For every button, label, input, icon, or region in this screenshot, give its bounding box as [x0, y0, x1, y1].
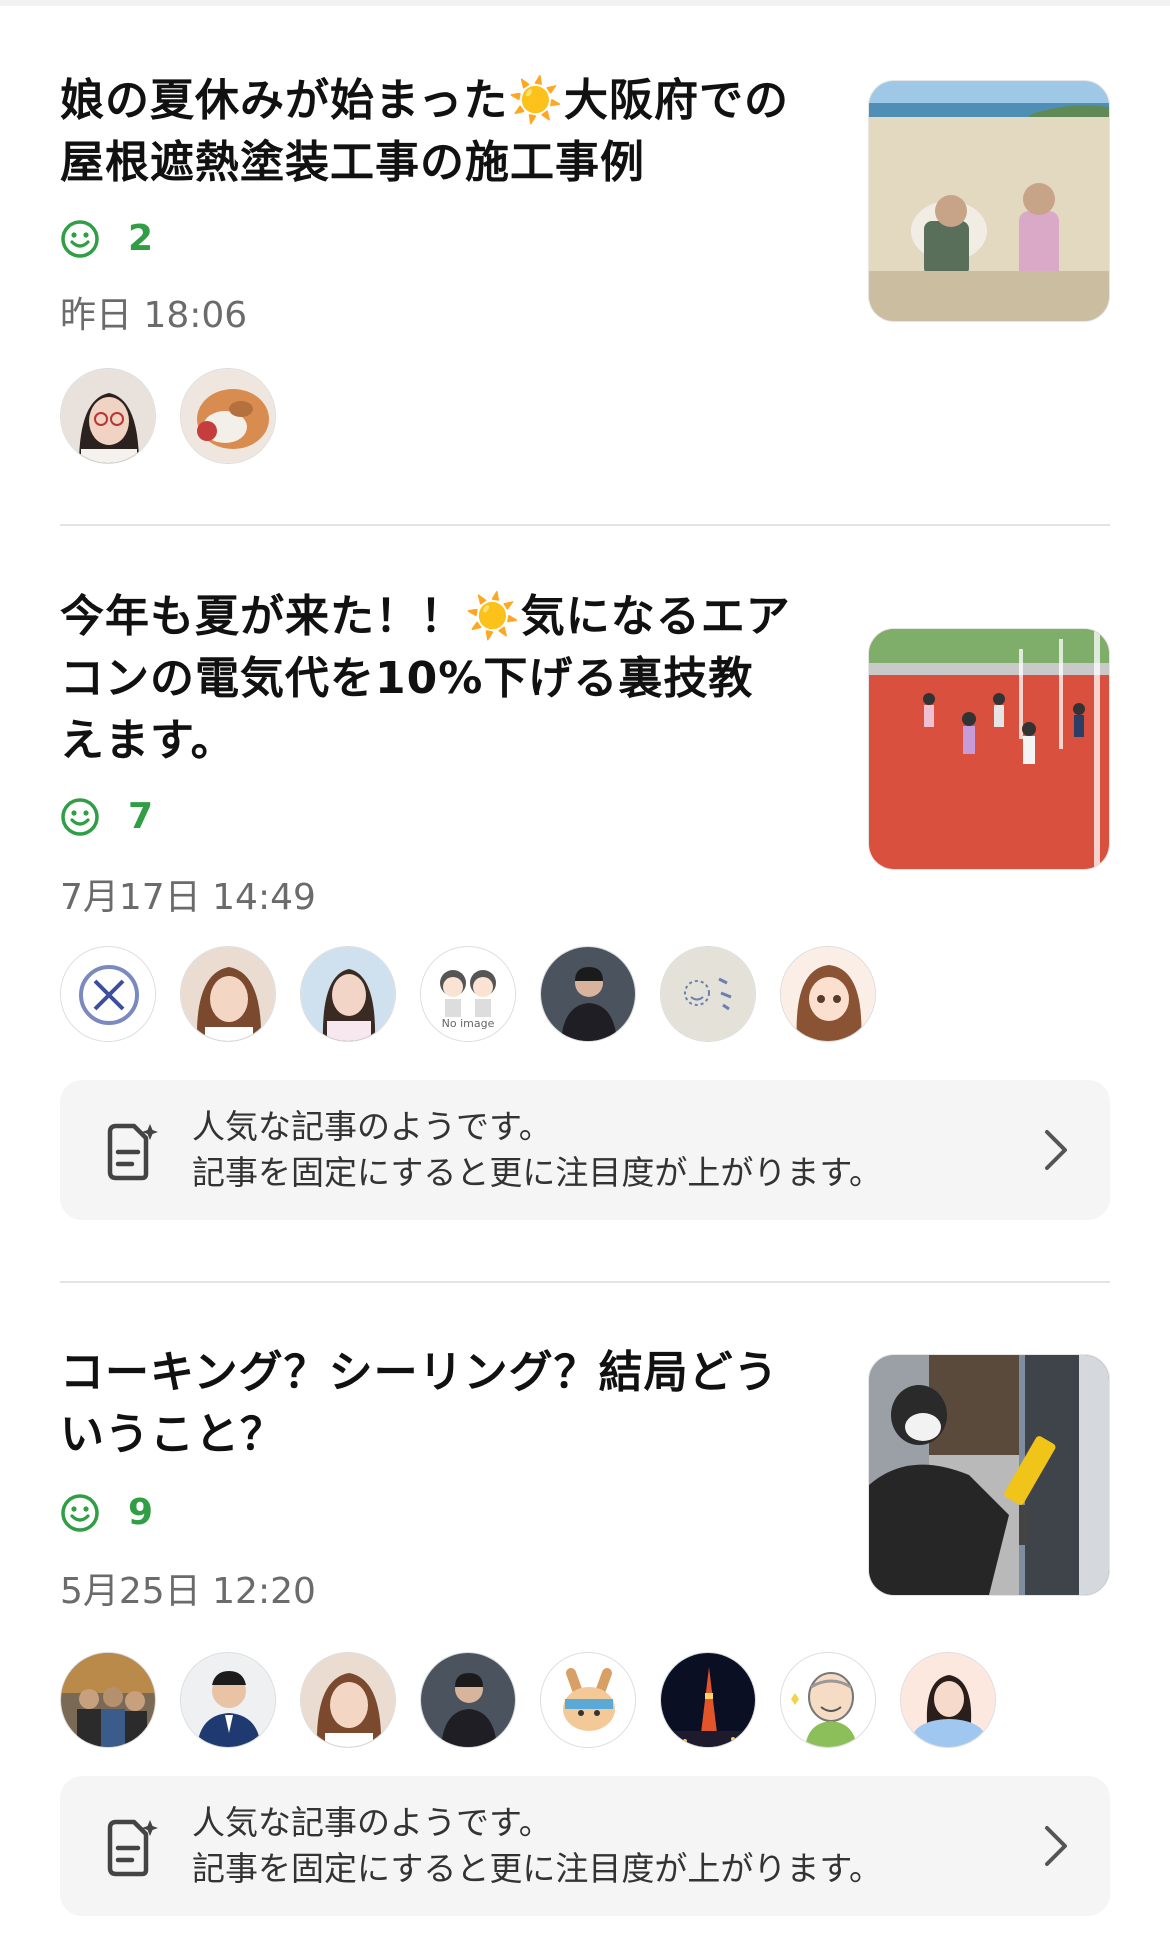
- article-title[interactable]: 今年も夏が来た！！☀️気になるエア コンの電気代を10%下げる裏技教 えます。: [60, 586, 850, 772]
- article-card[interactable]: 娘の夏休みが始まった☀️大阪府での 屋根遮熱塗装工事の施工事例 2 昨日 18:…: [60, 70, 1110, 470]
- avatar[interactable]: [660, 1652, 756, 1748]
- avatar[interactable]: [900, 1652, 996, 1748]
- avatar[interactable]: [180, 1652, 276, 1748]
- chevron-right-icon[interactable]: [1042, 1824, 1070, 1868]
- article-card[interactable]: コーキング？シーリング？結局どう いうこと？ 9 5月25日 12:20: [60, 1342, 1110, 1748]
- avatar[interactable]: [60, 1652, 156, 1748]
- no-image-label: No image: [441, 1017, 495, 1030]
- article-title-line: 娘の夏休みが始まった☀️大阪府での: [60, 75, 790, 126]
- top-edge: [0, 0, 1170, 6]
- pin-suggestion-line1: 人気な記事のようです。: [192, 1803, 552, 1842]
- pin-suggestion-text: 人気な記事のようです。 記事を固定にすると更に注目度が上がります。: [192, 1800, 882, 1892]
- avatar[interactable]: No image: [420, 946, 516, 1042]
- article-card[interactable]: 今年も夏が来た！！☀️気になるエア コンの電気代を10%下げる裏技教 えます。 …: [60, 586, 1110, 1046]
- chevron-right-icon[interactable]: [1042, 1128, 1070, 1172]
- article-title-line: いうこと？: [60, 1409, 285, 1460]
- article-thumbnail-splash-park[interactable]: [868, 628, 1110, 870]
- like-count: 2: [128, 218, 154, 259]
- article-title-line: コーキング？シーリング？結局どう: [60, 1347, 779, 1398]
- avatar[interactable]: [180, 946, 276, 1042]
- pin-suggestion-banner[interactable]: 人気な記事のようです。 記事を固定にすると更に注目度が上がります。: [60, 1080, 1110, 1220]
- article-title-line: コンの電気代を10%下げる裏技教: [60, 653, 754, 704]
- pin-article-icon: [107, 1123, 158, 1181]
- article-thumbnail-beach[interactable]: [868, 80, 1110, 322]
- like-counter: 2: [60, 218, 153, 259]
- avatar[interactable]: [60, 368, 156, 464]
- avatar[interactable]: [300, 1652, 396, 1748]
- like-counter: 7: [60, 796, 153, 837]
- article-title[interactable]: 娘の夏休みが始まった☀️大阪府での 屋根遮熱塗装工事の施工事例: [60, 70, 850, 194]
- like-counter: 9: [60, 1492, 153, 1533]
- liker-avatars: No image: [60, 946, 900, 1042]
- divider: [60, 1281, 1110, 1283]
- pin-article-icon: [107, 1819, 158, 1877]
- like-count: 7: [128, 796, 154, 837]
- smile-icon: [61, 797, 99, 836]
- divider: [60, 524, 1110, 526]
- avatar[interactable]: [300, 946, 396, 1042]
- article-title-line: えます。: [60, 715, 236, 766]
- article-title-line: 今年も夏が来た！！☀️気になるエア: [60, 591, 791, 642]
- article-title-line: 屋根遮熱塗装工事の施工事例: [60, 137, 645, 188]
- avatar[interactable]: [420, 1652, 516, 1748]
- pin-suggestion-line2: 記事を固定にすると更に注目度が上がります。: [192, 1849, 883, 1888]
- like-count: 9: [128, 1492, 154, 1533]
- pin-suggestion-line2: 記事を固定にすると更に注目度が上がります。: [192, 1153, 883, 1192]
- avatar[interactable]: [180, 368, 276, 464]
- pin-suggestion-line1: 人気な記事のようです。: [192, 1107, 552, 1146]
- avatar[interactable]: [60, 946, 156, 1042]
- smile-icon: [61, 219, 99, 258]
- avatar[interactable]: [780, 1652, 876, 1748]
- smile-icon: [61, 1493, 99, 1532]
- avatar[interactable]: [780, 946, 876, 1042]
- article-title[interactable]: コーキング？シーリング？結局どう いうこと？: [60, 1342, 850, 1466]
- article-thumbnail-caulking[interactable]: [868, 1354, 1110, 1596]
- pin-suggestion-banner[interactable]: 人気な記事のようです。 記事を固定にすると更に注目度が上がります。: [60, 1776, 1110, 1916]
- article-date: 昨日 18:06: [60, 295, 248, 336]
- liker-avatars: [60, 1652, 1020, 1748]
- pin-suggestion-text: 人気な記事のようです。 記事を固定にすると更に注目度が上がります。: [192, 1104, 882, 1196]
- article-date: 7月17日 14:49: [60, 877, 316, 918]
- avatar[interactable]: [660, 946, 756, 1042]
- liker-avatars: [60, 368, 300, 464]
- article-date: 5月25日 12:20: [60, 1571, 316, 1612]
- avatar[interactable]: [540, 1652, 636, 1748]
- avatar[interactable]: [540, 946, 636, 1042]
